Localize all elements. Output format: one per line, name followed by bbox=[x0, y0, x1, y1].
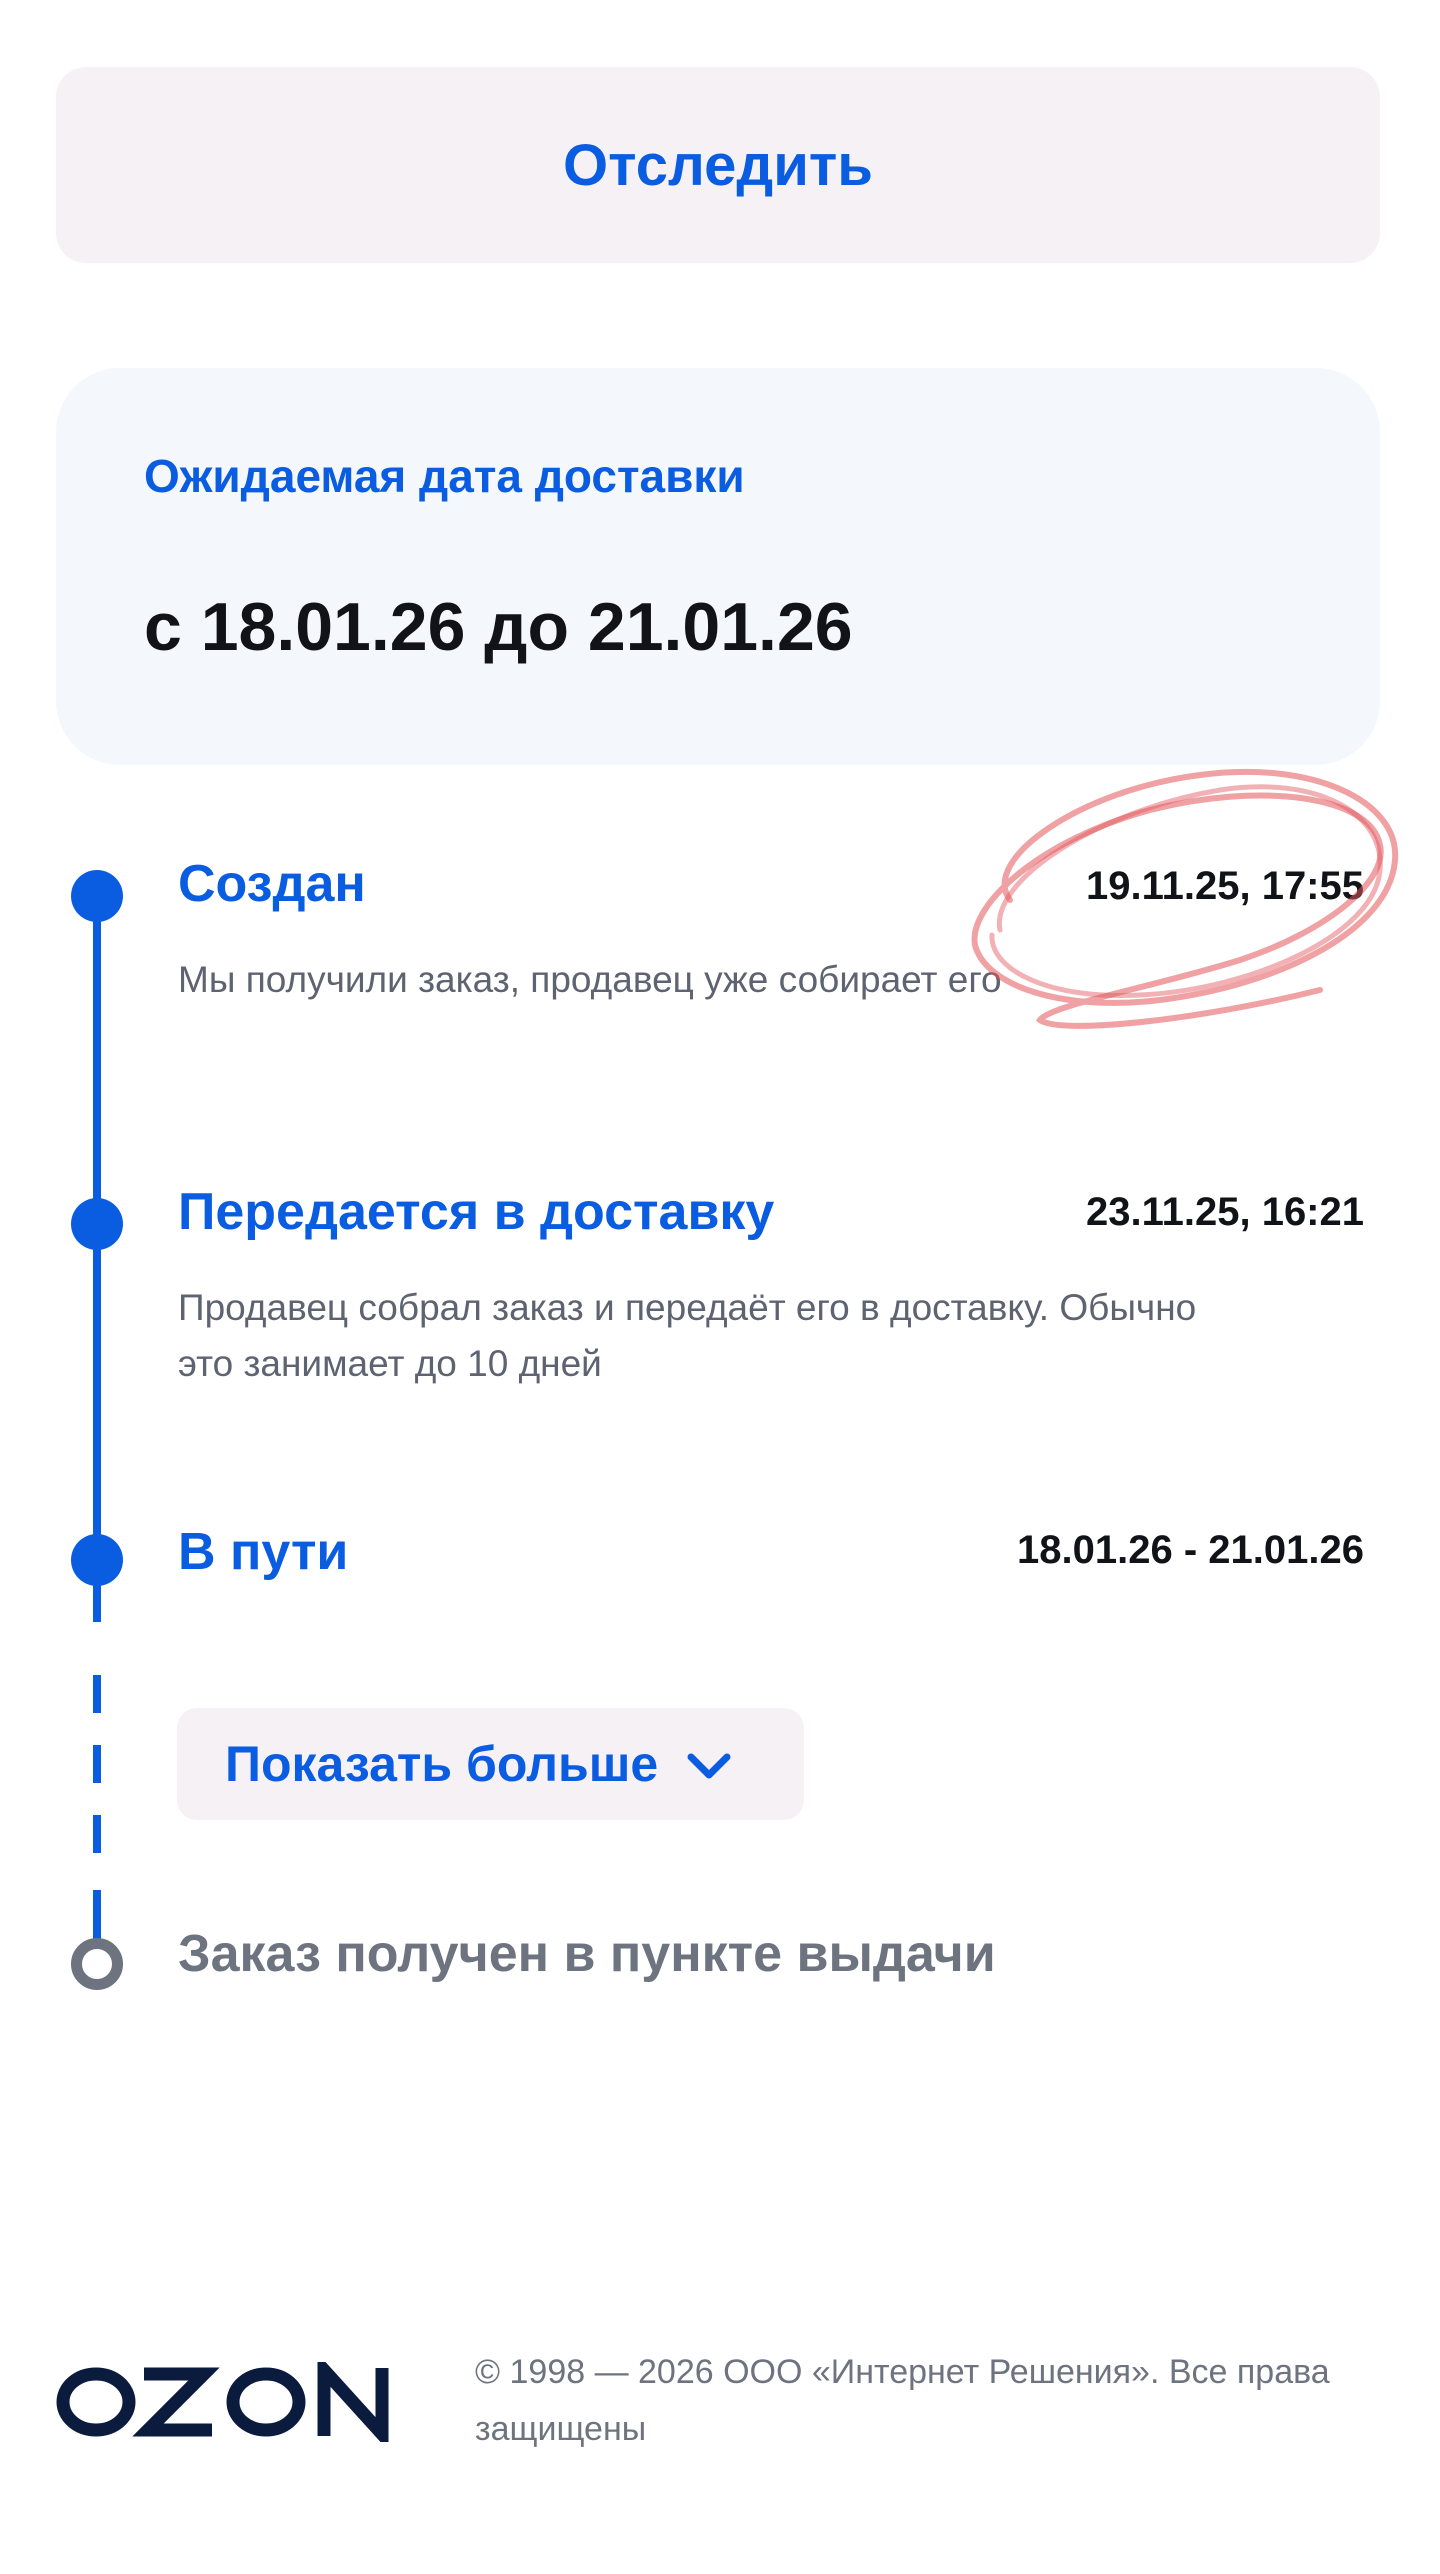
expected-delivery-label: Ожидаемая дата доставки bbox=[144, 450, 745, 502]
step-description-line: это занимает до 10 дней bbox=[178, 1343, 602, 1384]
chevron-down-icon bbox=[686, 1735, 732, 1793]
timeline-dot-handover bbox=[71, 1198, 123, 1250]
step-description-line: Продавец собрал заказ и передаёт его в д… bbox=[178, 1287, 1197, 1328]
step-title-handover: Передается в доставку bbox=[178, 1183, 775, 1241]
timeline-line bbox=[93, 1225, 101, 1560]
show-more-label: Показать больше bbox=[225, 1736, 659, 1792]
step-description-created: Мы получили заказ, продавец уже собирает… bbox=[178, 959, 1002, 1000]
timeline-line bbox=[93, 895, 101, 1225]
step-description-handover: Продавец собрал заказ и передаёт его в д… bbox=[178, 1280, 1358, 1392]
timeline-dash bbox=[93, 1815, 101, 1853]
timeline-dot-received bbox=[71, 1938, 123, 1990]
track-button-label: Отследить bbox=[563, 132, 873, 198]
expected-delivery-card: Ожидаемая дата доставки с 18.01.26 до 21… bbox=[56, 368, 1380, 765]
timeline-line bbox=[93, 1890, 101, 1950]
copyright-line: © 1998 — 2026 ООО «Интернет Решения». Вс… bbox=[475, 2353, 1330, 2391]
timeline-line bbox=[93, 1560, 101, 1622]
timeline-dash bbox=[93, 1675, 101, 1713]
step-title-received: Заказ получен в пункте выдачи bbox=[178, 1925, 996, 1983]
timeline-dot-in-transit bbox=[71, 1534, 123, 1586]
timeline-dot-created bbox=[71, 870, 123, 922]
timeline-dash bbox=[93, 1745, 101, 1783]
step-title-created: Создан bbox=[178, 855, 366, 913]
show-more-button[interactable]: Показать больше bbox=[177, 1708, 804, 1820]
ozon-logo bbox=[56, 2353, 396, 2451]
copyright-text: © 1998 — 2026 ООО «Интернет Решения». Вс… bbox=[475, 2344, 1375, 2458]
step-time-created: 19.11.25, 17:55 bbox=[1085, 864, 1364, 908]
step-time-handover: 23.11.25, 16:21 bbox=[1085, 1190, 1364, 1234]
track-button[interactable]: Отследить bbox=[56, 67, 1380, 263]
step-title-in-transit: В пути bbox=[178, 1523, 349, 1581]
step-time-in-transit: 18.01.26 - 21.01.26 bbox=[1017, 1528, 1364, 1572]
copyright-line: защищены bbox=[475, 2410, 647, 2448]
expected-delivery-range: с 18.01.26 до 21.01.26 bbox=[144, 589, 853, 665]
